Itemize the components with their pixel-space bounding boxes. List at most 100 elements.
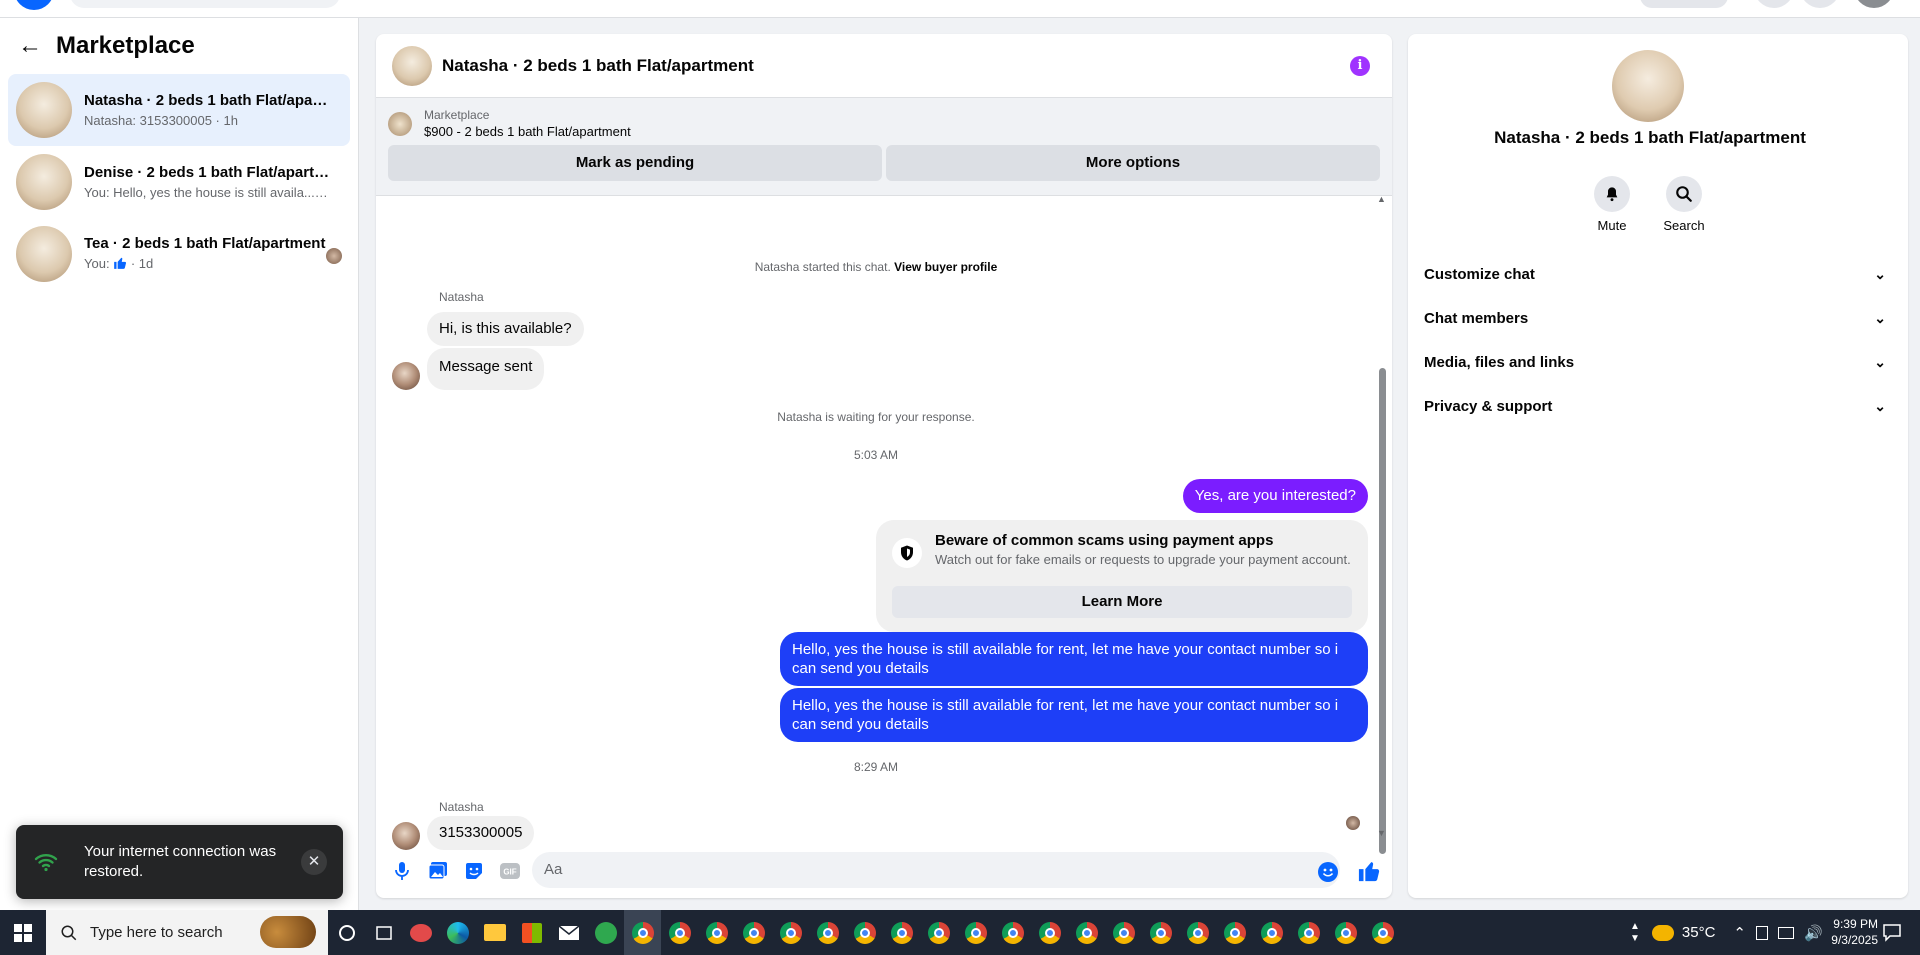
- listing-thumbnail: [16, 82, 72, 138]
- chrome-icon[interactable]: [1142, 910, 1179, 955]
- top-navbar: [0, 0, 1920, 18]
- listing-title[interactable]: $900 - 2 beds 1 bath Flat/apartment: [424, 124, 631, 139]
- sticker-icon[interactable]: [464, 861, 484, 881]
- listing-avatar[interactable]: [1612, 50, 1684, 122]
- mark-as-pending-button[interactable]: Mark as pending: [388, 145, 882, 181]
- thumbs-up-icon[interactable]: [1358, 860, 1380, 882]
- outgoing-message[interactable]: Hello, yes the house is still available …: [780, 688, 1368, 742]
- battery-icon[interactable]: [1756, 925, 1768, 940]
- edge-icon[interactable]: [439, 910, 476, 955]
- chrome-icon[interactable]: [1105, 910, 1142, 955]
- taskbar-clock[interactable]: 9:39 PM 9/3/2025: [1806, 916, 1878, 948]
- search-action[interactable]: Search: [1644, 176, 1724, 233]
- photo-icon[interactable]: [428, 861, 448, 881]
- outgoing-message[interactable]: Yes, are you interested?: [1182, 479, 1368, 513]
- top-nav-button[interactable]: [1640, 0, 1728, 8]
- conversation-item-natasha[interactable]: Natasha · 2 beds 1 bath Flat/apart... Na…: [8, 74, 350, 146]
- conversation-item-denise[interactable]: Denise · 2 beds 1 bath Flat/apartm... Yo…: [8, 146, 350, 218]
- app-icon[interactable]: [402, 910, 439, 955]
- chevron-down-icon: ⌄: [1874, 265, 1886, 282]
- sender-avatar[interactable]: [392, 362, 420, 390]
- chrome-icon[interactable]: [1327, 910, 1364, 955]
- conversation-item-tea[interactable]: Tea · 2 beds 1 bath Flat/apartment You: …: [8, 218, 350, 290]
- show-hidden-icons-icon[interactable]: ⌃: [1733, 924, 1746, 942]
- section-label: Customize chat: [1424, 265, 1535, 283]
- privacy-support-section[interactable]: Privacy & support ⌄: [1424, 384, 1892, 428]
- notification-icon[interactable]: [1882, 922, 1902, 942]
- view-buyer-profile-link[interactable]: View buyer profile: [894, 260, 997, 274]
- task-view-icon[interactable]: [365, 910, 402, 955]
- message-input[interactable]: Aa: [532, 852, 1340, 888]
- system-tray: ▲ ▼ 35°C ⌃ 🔊: [1630, 910, 1833, 955]
- chrome-icon[interactable]: [698, 910, 735, 955]
- search-highlight-image: [260, 916, 316, 948]
- chrome-icon[interactable]: [1216, 910, 1253, 955]
- customize-chat-section[interactable]: Customize chat ⌄: [1424, 252, 1892, 296]
- emoji-icon[interactable]: [1318, 862, 1338, 882]
- chrome-icon[interactable]: [661, 910, 698, 955]
- conversation-name: Tea · 2 beds 1 bath Flat/apartment: [84, 234, 326, 252]
- bell-icon[interactable]: [1594, 176, 1630, 212]
- more-options-button[interactable]: More options: [886, 145, 1380, 181]
- taskbar-search-box[interactable]: Type here to search: [46, 910, 328, 955]
- chrome-icon[interactable]: [1179, 910, 1216, 955]
- info-icon[interactable]: i: [1350, 56, 1370, 76]
- sidebar-header: ← Marketplace: [0, 18, 358, 74]
- back-arrow-icon[interactable]: ←: [18, 32, 46, 60]
- scroll-up-arrow-icon[interactable]: ▲: [1377, 194, 1386, 204]
- chat-title[interactable]: Natasha · 2 beds 1 bath Flat/apartment: [442, 56, 754, 76]
- file-explorer-icon[interactable]: [476, 910, 513, 955]
- chrome-icon[interactable]: [1290, 910, 1327, 955]
- mail-icon[interactable]: [550, 910, 587, 955]
- incoming-message[interactable]: Message sent: [427, 348, 545, 390]
- sidebar-title: Marketplace: [56, 32, 195, 59]
- media-files-links-section[interactable]: Media, files and links ⌄: [1424, 340, 1892, 384]
- chrome-icon[interactable]: [883, 910, 920, 955]
- scrollbar-thumb[interactable]: [1379, 368, 1386, 854]
- facebook-logo-icon[interactable]: [14, 0, 54, 10]
- facebook-search-input[interactable]: [70, 0, 340, 8]
- weather-app-icon[interactable]: [587, 910, 624, 955]
- chat-avatar[interactable]: [392, 45, 432, 86]
- wifi-icon: [34, 854, 58, 872]
- chrome-icon[interactable]: [1364, 910, 1401, 955]
- chrome-icon[interactable]: [1068, 910, 1105, 955]
- chrome-icon[interactable]: [735, 910, 772, 955]
- mute-action[interactable]: Mute: [1572, 176, 1652, 233]
- temperature-label[interactable]: 35°C: [1682, 924, 1716, 941]
- toast-close-button[interactable]: ✕: [301, 849, 327, 875]
- store-icon[interactable]: [513, 910, 550, 955]
- listing-thumbnail[interactable]: [388, 111, 412, 136]
- chrome-icon[interactable]: [1253, 910, 1290, 955]
- chrome-icon[interactable]: [994, 910, 1031, 955]
- chat-started-note: Natasha started this chat. View buyer pr…: [376, 260, 1376, 274]
- search-icon[interactable]: [1666, 176, 1702, 212]
- weather-icon[interactable]: [1651, 924, 1674, 941]
- scroll-down-arrow-icon[interactable]: ▼: [1377, 828, 1386, 838]
- marketplace-listing-bar: Marketplace $900 - 2 beds 1 bath Flat/ap…: [376, 98, 1392, 196]
- profile-avatar[interactable]: [1854, 0, 1894, 8]
- chrome-icon[interactable]: [809, 910, 846, 955]
- chrome-icon[interactable]: [1031, 910, 1068, 955]
- chrome-icon[interactable]: [920, 910, 957, 955]
- messenger-icon[interactable]: [1800, 0, 1840, 8]
- chrome-icon[interactable]: [624, 910, 661, 955]
- chat-members-section[interactable]: Chat members ⌄: [1424, 296, 1892, 340]
- incoming-message[interactable]: Hi, is this available?: [427, 312, 584, 346]
- learn-more-button[interactable]: Learn More: [892, 586, 1352, 618]
- conversation-name: Natasha · 2 beds 1 bath Flat/apart...: [84, 92, 330, 109]
- taskbar-scroll-arrows-icon[interactable]: ▲ ▼: [1630, 921, 1640, 945]
- network-icon[interactable]: [1778, 926, 1794, 939]
- chrome-icon[interactable]: [846, 910, 883, 955]
- cortana-icon[interactable]: [328, 910, 365, 955]
- preview-prefix: You:: [84, 255, 110, 271]
- microphone-icon[interactable]: [392, 861, 412, 881]
- menu-icon[interactable]: [1754, 0, 1794, 8]
- chrome-icon[interactable]: [772, 910, 809, 955]
- windows-start-icon[interactable]: [0, 910, 46, 955]
- gif-icon[interactable]: GIF: [500, 861, 520, 881]
- message-scrollbar[interactable]: ▲ ▼: [1376, 194, 1388, 854]
- search-label: Search: [1663, 218, 1705, 233]
- chrome-icon[interactable]: [957, 910, 994, 955]
- outgoing-message[interactable]: Hello, yes the house is still available …: [780, 632, 1368, 686]
